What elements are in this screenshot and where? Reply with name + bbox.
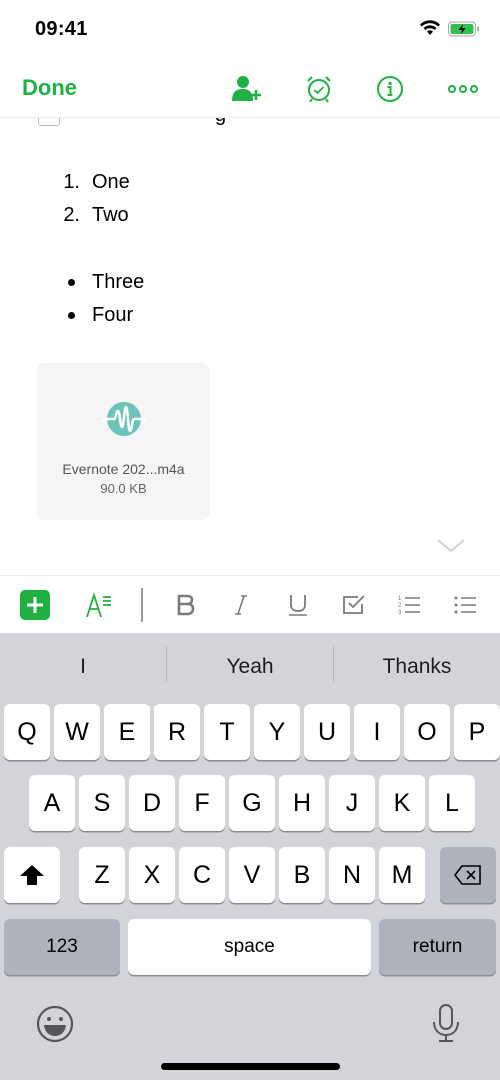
svg-text:3: 3: [398, 610, 402, 616]
battery-charging-icon: [448, 21, 480, 42]
backspace-key[interactable]: [440, 847, 496, 903]
done-button[interactable]: Done: [22, 75, 77, 101]
suggestion-3[interactable]: Thanks: [334, 633, 500, 701]
bullet-icon: [68, 279, 75, 286]
bullet-icon: [68, 312, 75, 319]
italic-icon[interactable]: [224, 588, 258, 622]
key[interactable]: Z: [79, 847, 125, 903]
collapse-chevron-icon[interactable]: [436, 538, 466, 559]
toolbar-divider: [141, 588, 143, 622]
info-icon[interactable]: [373, 72, 407, 106]
key[interactable]: O: [404, 704, 450, 760]
key[interactable]: V: [229, 847, 275, 903]
list-item-text: Three: [92, 271, 145, 293]
keyboard: I Yeah Thanks QWERTYUIOP ASDFGHJKL ZXCVB…: [0, 633, 500, 1080]
key[interactable]: A: [29, 775, 75, 831]
key[interactable]: Q: [4, 704, 50, 760]
key[interactable]: H: [279, 775, 325, 831]
key[interactable]: R: [154, 704, 200, 760]
key[interactable]: M: [379, 847, 425, 903]
list-marker: 1.: [63, 171, 80, 193]
key[interactable]: B: [279, 847, 325, 903]
add-icon[interactable]: [18, 588, 52, 622]
key[interactable]: K: [379, 775, 425, 831]
underline-icon[interactable]: [281, 588, 315, 622]
key[interactable]: S: [79, 775, 125, 831]
emoji-icon[interactable]: [36, 1005, 74, 1048]
attachment-name: Evernote 202...m4a: [62, 461, 185, 477]
list-item-text: Two: [92, 204, 129, 226]
bold-icon[interactable]: [169, 588, 203, 622]
bulleted-list-icon[interactable]: [449, 588, 483, 622]
key[interactable]: N: [329, 847, 375, 903]
note-nav-bar: Done: [0, 60, 500, 118]
home-indicator: [161, 1063, 340, 1070]
checkbox-icon[interactable]: [337, 588, 371, 622]
suggestion-1[interactable]: I: [0, 633, 166, 701]
list-item-text: One: [92, 171, 130, 193]
format-toolbar: 123: [0, 575, 500, 633]
list-marker: 2.: [63, 204, 80, 226]
clipped-text: g: [215, 118, 226, 127]
audio-attachment[interactable]: Evernote 202...m4a 90.0 KB: [37, 363, 210, 520]
attachment-size: 90.0 KB: [100, 481, 147, 496]
suggestion-2[interactable]: Yeah: [167, 633, 333, 701]
space-key[interactable]: space: [128, 919, 371, 975]
key[interactable]: D: [129, 775, 175, 831]
numbers-key[interactable]: 123: [4, 919, 120, 975]
numbered-list-icon[interactable]: 123: [393, 588, 427, 622]
key[interactable]: G: [229, 775, 275, 831]
more-icon[interactable]: [446, 72, 480, 106]
note-editor[interactable]: g 1. One 2. Two Three Four Evernote 202.…: [0, 118, 500, 575]
microphone-icon[interactable]: [431, 1003, 461, 1050]
key[interactable]: U: [304, 704, 350, 760]
key[interactable]: E: [104, 704, 150, 760]
key[interactable]: J: [329, 775, 375, 831]
shift-key[interactable]: [4, 847, 60, 903]
svg-text:1: 1: [398, 596, 402, 602]
key[interactable]: T: [204, 704, 250, 760]
add-user-icon[interactable]: [230, 72, 264, 106]
status-bar: 09:41: [0, 0, 500, 60]
return-key[interactable]: return: [379, 919, 496, 975]
key[interactable]: F: [179, 775, 225, 831]
key[interactable]: C: [179, 847, 225, 903]
svg-text:2: 2: [398, 603, 402, 609]
text-style-icon[interactable]: [82, 588, 116, 622]
list-item-text: Four: [92, 304, 134, 326]
status-time: 09:41: [35, 18, 88, 40]
checkbox[interactable]: [38, 118, 60, 126]
key[interactable]: W: [54, 704, 100, 760]
alarm-reminder-icon[interactable]: [302, 72, 336, 106]
wifi-icon: [419, 20, 441, 41]
key[interactable]: P: [454, 704, 500, 760]
key[interactable]: Y: [254, 704, 300, 760]
key[interactable]: L: [429, 775, 475, 831]
key[interactable]: X: [129, 847, 175, 903]
audio-waveform-icon: [102, 401, 146, 442]
key[interactable]: I: [354, 704, 400, 760]
